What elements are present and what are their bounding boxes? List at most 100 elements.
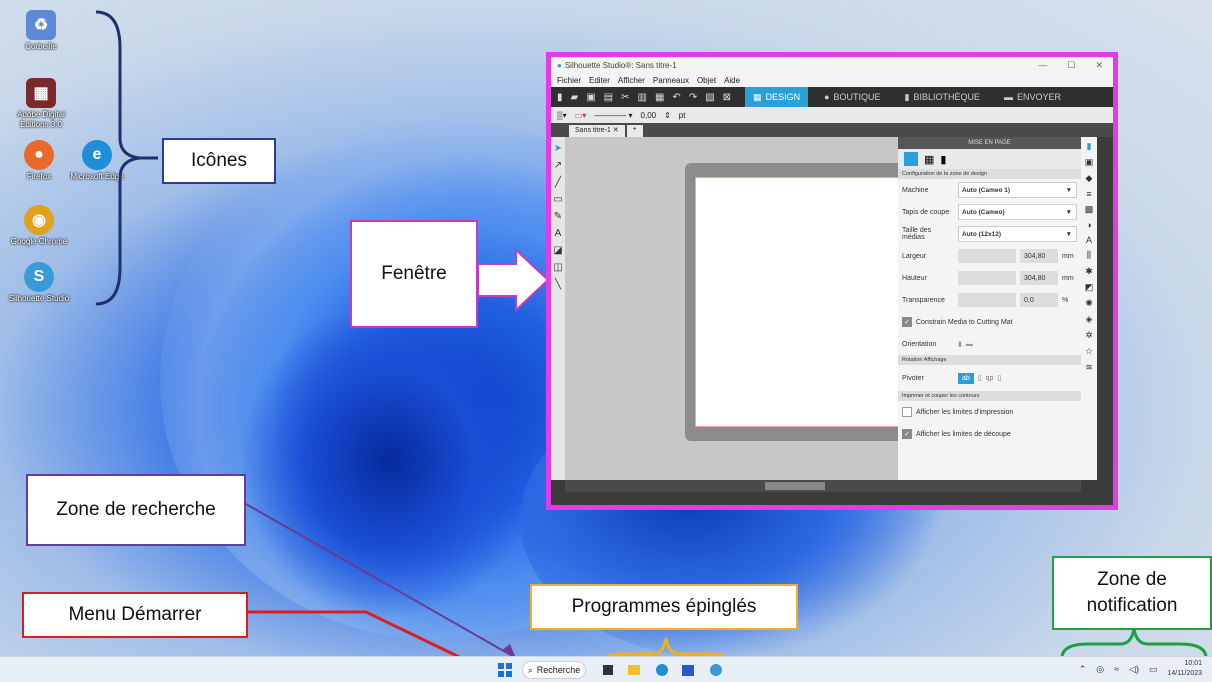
minimize-icon[interactable]: — bbox=[1038, 60, 1047, 71]
page-icon[interactable] bbox=[904, 152, 918, 166]
start-button[interactable] bbox=[496, 661, 514, 679]
select-icon[interactable]: ➤ bbox=[554, 143, 562, 154]
star-icon[interactable]: ☆ bbox=[1085, 346, 1093, 357]
menu-editer[interactable]: Editer bbox=[589, 76, 610, 85]
edge-taskbar-button[interactable] bbox=[654, 661, 670, 679]
redo-icon[interactable]: ↷ bbox=[689, 92, 697, 103]
align-icon[interactable]: ⫼ bbox=[1087, 250, 1091, 261]
maximize-icon[interactable]: ☐ bbox=[1067, 60, 1075, 71]
new-file-icon[interactable]: ▮ bbox=[557, 92, 563, 103]
cut-limits-checkbox[interactable]: ✓ bbox=[902, 429, 912, 439]
media-value: Auto (12x12) bbox=[962, 230, 1002, 238]
clock[interactable]: 10:01 14/11/2023 bbox=[1167, 659, 1202, 679]
text-panel-icon[interactable]: A bbox=[1086, 235, 1092, 245]
machine-select[interactable]: Auto (Cameo 1) ▼ bbox=[958, 182, 1077, 198]
page-setup-icon[interactable]: ▮ bbox=[1087, 141, 1092, 152]
line-width-value[interactable]: 0,00 bbox=[641, 111, 657, 120]
desktop-icon-recycle-bin[interactable]: ♻ Corbeille bbox=[8, 10, 74, 52]
group-icon[interactable]: ▧ bbox=[705, 92, 714, 103]
eraser-icon[interactable]: ◫ bbox=[553, 262, 562, 273]
height-input[interactable]: 304,80 bbox=[1020, 271, 1058, 285]
line-style-icon[interactable]: ———— ▾ bbox=[594, 111, 632, 120]
text-icon[interactable]: A bbox=[555, 228, 562, 239]
transform-icon[interactable]: ◩ bbox=[1085, 282, 1094, 293]
fill-panel-icon[interactable]: ◆ bbox=[1086, 173, 1093, 184]
scroll-thumb[interactable] bbox=[765, 482, 825, 490]
horizontal-scrollbar[interactable] bbox=[565, 480, 1081, 492]
fill-icon[interactable]: ◪ bbox=[553, 245, 562, 256]
offset-icon[interactable]: ✺ bbox=[1085, 298, 1093, 309]
media-select[interactable]: Auto (12x12) ▼ bbox=[958, 226, 1077, 242]
window-titlebar[interactable]: ● Silhouette Studio®: Sans titre-1 — ☐ ✕ bbox=[551, 57, 1113, 73]
line-icon[interactable]: ╱ bbox=[555, 177, 561, 188]
document-tab[interactable]: Sans titre-1 ✕ bbox=[569, 125, 625, 137]
sparkle-icon[interactable]: ✲ bbox=[1085, 330, 1093, 341]
print-limits-checkbox[interactable] bbox=[902, 407, 912, 417]
width-input[interactable]: 304,80 bbox=[1020, 249, 1058, 263]
volume-icon[interactable]: ◁) bbox=[1129, 664, 1139, 675]
desktop-icon-chrome[interactable]: ◉ Google Chrome bbox=[6, 205, 72, 247]
width-slider[interactable] bbox=[958, 249, 1016, 263]
rotate-90-icon[interactable]: ▯ bbox=[978, 374, 982, 382]
rectangle-icon[interactable]: ▭ bbox=[553, 194, 562, 205]
replicate-icon[interactable]: ✱ bbox=[1085, 266, 1093, 277]
menu-afficher[interactable]: Afficher bbox=[618, 76, 645, 85]
mat-select[interactable]: Auto (Cameo) ▼ bbox=[958, 204, 1077, 220]
desktop-icon-adobe-digital-editions[interactable]: ▦ Adobe Digital Editions 3.0 bbox=[8, 78, 74, 130]
undo-icon[interactable]: ↶ bbox=[672, 92, 680, 103]
tab-design[interactable]: ▦ DESIGN bbox=[745, 87, 809, 107]
file-explorer-button[interactable] bbox=[626, 661, 642, 679]
pixscan-icon[interactable]: ▣ bbox=[1085, 157, 1094, 168]
tab-boutique[interactable]: ● BOUTIQUE bbox=[816, 87, 888, 107]
menu-objet[interactable]: Objet bbox=[697, 76, 716, 85]
menu-fichier[interactable]: Fichier bbox=[557, 76, 581, 85]
contrast-icon[interactable]: ◑ bbox=[1086, 220, 1091, 230]
store-taskbar-button[interactable] bbox=[680, 661, 696, 679]
close-icon[interactable]: ✕ bbox=[1095, 60, 1103, 71]
desktop-icon-silhouette-studio[interactable]: S Silhouette Studio bbox=[6, 262, 72, 304]
silhouette-studio-window[interactable]: ● Silhouette Studio®: Sans titre-1 — ☐ ✕… bbox=[546, 52, 1118, 510]
knife-icon[interactable]: ╲ bbox=[555, 279, 561, 290]
taskbar-search[interactable]: ⌕ Recherche bbox=[522, 661, 586, 679]
rotate-270-icon[interactable]: ▯ bbox=[997, 374, 1001, 382]
trace-icon[interactable]: ◈ bbox=[1086, 314, 1093, 325]
ungroup-icon[interactable]: ⊠ bbox=[723, 92, 731, 103]
transparency-input[interactable]: 0,0 bbox=[1020, 293, 1058, 307]
hatch-icon[interactable]: ≋ bbox=[1085, 362, 1093, 373]
stepper-icon[interactable]: ⇕ bbox=[664, 111, 671, 120]
menu-aide[interactable]: Aide bbox=[724, 76, 740, 85]
image-panel-icon[interactable]: ▩ bbox=[1085, 204, 1094, 215]
transparency-slider[interactable] bbox=[958, 293, 1016, 307]
rotate-180-icon[interactable]: qp bbox=[986, 375, 994, 382]
open-folder-icon[interactable]: ▰ bbox=[571, 92, 579, 103]
wifi-icon[interactable]: ≈ bbox=[1114, 664, 1119, 674]
tab-envoyer[interactable]: ▬ ENVOYER bbox=[996, 87, 1069, 107]
portrait-icon[interactable]: ▮ bbox=[958, 340, 962, 348]
cut-icon[interactable]: ✂ bbox=[621, 92, 629, 103]
rotate-0-icon[interactable]: ab bbox=[958, 372, 974, 384]
chevron-up-icon[interactable]: ⌃ bbox=[1079, 664, 1087, 675]
battery-icon[interactable]: ▭ bbox=[1149, 664, 1158, 675]
landscape-icon[interactable]: ▬ bbox=[966, 341, 973, 348]
pencil-icon[interactable]: ✎ bbox=[554, 211, 562, 222]
height-slider[interactable] bbox=[958, 271, 1016, 285]
background-icon[interactable]: ▮ bbox=[940, 153, 946, 166]
copy-icon[interactable]: ▥ bbox=[638, 92, 647, 103]
transparency-label: Transparence bbox=[902, 296, 945, 304]
desktop-icon-firefox[interactable]: ● Firefox bbox=[6, 140, 72, 182]
paste-icon[interactable]: ▦ bbox=[655, 92, 664, 103]
network-status-icon[interactable]: ◎ bbox=[1096, 664, 1104, 675]
save-icon[interactable]: ▣ bbox=[586, 92, 595, 103]
new-tab-button[interactable]: + bbox=[626, 125, 643, 137]
tab-bibliotheque[interactable]: ▮ BIBLIOTHÈQUE bbox=[897, 87, 988, 107]
fill-swatch-icon[interactable]: ▒▾ bbox=[557, 111, 567, 120]
line-panel-icon[interactable]: ≡ bbox=[1086, 189, 1091, 199]
print-icon[interactable]: ▤ bbox=[604, 92, 613, 103]
constrain-checkbox[interactable]: ✓ bbox=[902, 317, 912, 327]
task-view-button[interactable] bbox=[600, 661, 616, 679]
point-edit-icon[interactable]: ↗ bbox=[554, 160, 562, 171]
silhouette-taskbar-button[interactable] bbox=[708, 661, 724, 679]
grid-settings-icon[interactable]: ▦ bbox=[924, 153, 934, 166]
line-color-icon[interactable]: ▭▾ bbox=[575, 111, 587, 120]
menu-panneaux[interactable]: Panneaux bbox=[653, 76, 689, 85]
